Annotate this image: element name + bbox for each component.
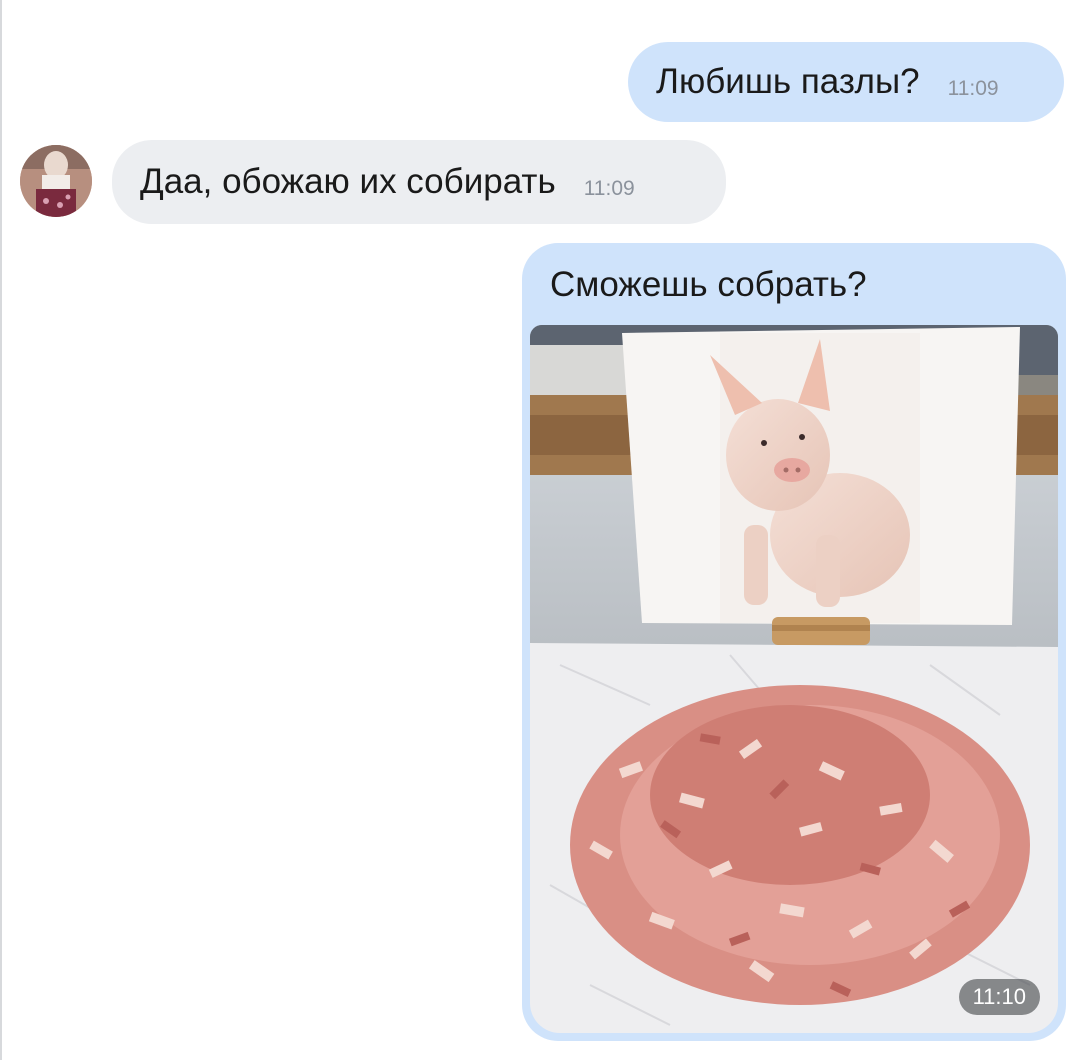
message-time: 11:09 [947,77,999,100]
message-text: Сможешь собрать? [550,265,867,304]
incoming-message[interactable]: Даа, обожаю их собирать 11:09 [112,140,726,224]
message-text: Даа, обожаю их собирать [140,162,556,201]
chat-view: Любишь пазлы? 11:09 Даа, обожаю их собир… [0,0,1080,1060]
message-text: Любишь пазлы? [656,62,920,101]
message-time: 11:09 [583,177,635,200]
panel-divider [0,0,2,1060]
outgoing-photo-message[interactable]: Сможешь собрать? 11:10 [522,243,1066,1041]
pig-and-bacon-photo [530,325,1058,1033]
avatar-image [20,145,92,217]
outgoing-message[interactable]: Любишь пазлы? 11:09 [628,42,1064,122]
photo-attachment[interactable]: 11:10 [530,325,1058,1033]
photo-time-badge: 11:10 [958,979,1040,1015]
avatar[interactable] [20,145,92,217]
